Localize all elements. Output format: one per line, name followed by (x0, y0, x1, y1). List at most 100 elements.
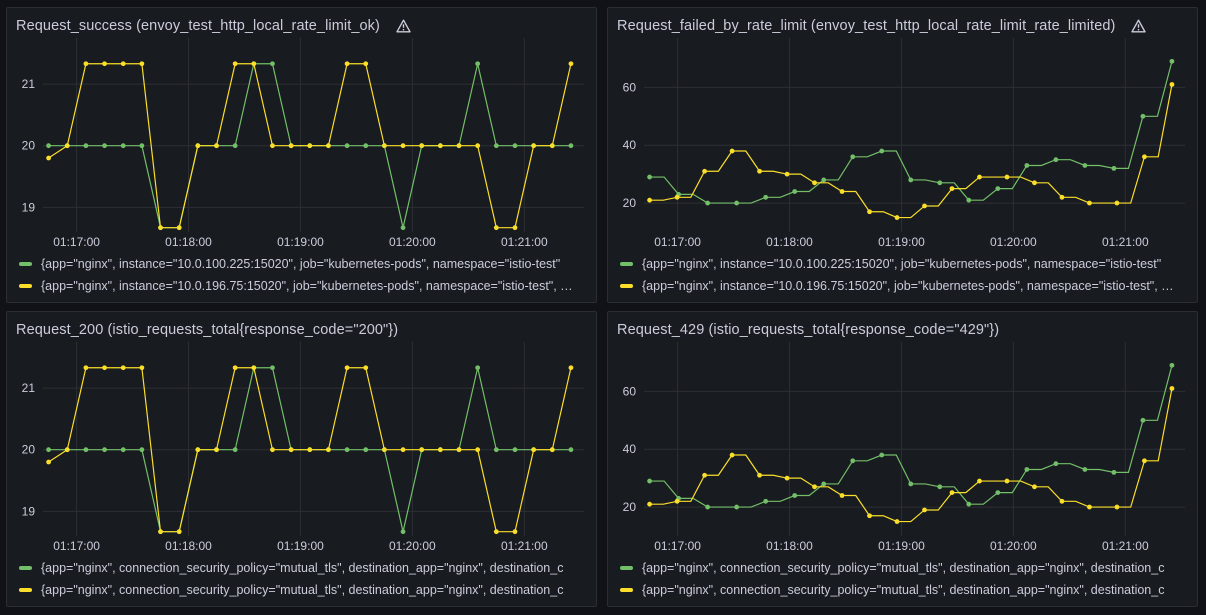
data-point-green[interactable] (102, 143, 107, 149)
data-point-green[interactable] (792, 189, 798, 194)
data-point-yellow[interactable] (531, 447, 537, 453)
line-chart[interactable]: 01:17:00 01:18:00 01:19:00 01:20:00 01:21:00… (7, 312, 597, 557)
data-point-green[interactable] (734, 504, 740, 510)
data-point-yellow[interactable] (1114, 200, 1120, 206)
data-point-green[interactable] (705, 504, 711, 510)
data-point-green[interactable] (879, 452, 885, 458)
data-point-yellow[interactable] (363, 61, 369, 67)
data-point-yellow[interactable] (307, 143, 313, 149)
data-point-yellow[interactable] (568, 61, 574, 67)
data-point-yellow[interactable] (120, 365, 126, 371)
data-point-yellow[interactable] (326, 447, 331, 453)
data-point-yellow[interactable] (702, 472, 707, 478)
data-point-green[interactable] (763, 194, 769, 200)
data-point-yellow[interactable] (1169, 386, 1175, 391)
series-line-yellow[interactable] (649, 388, 1173, 523)
data-point-yellow[interactable] (977, 478, 982, 484)
data-point-yellow[interactable] (512, 225, 518, 231)
line-chart[interactable]: 01:17:00 01:18:00 01:19:00 01:20:00 01:21:00… (608, 312, 1198, 557)
data-point-yellow[interactable] (437, 447, 443, 453)
data-point-green[interactable] (995, 186, 1001, 192)
data-point-yellow[interactable] (232, 61, 238, 67)
data-point-yellow[interactable] (1169, 82, 1175, 87)
data-point-yellow[interactable] (867, 209, 872, 215)
data-point-yellow[interactable] (1004, 174, 1010, 180)
data-point-yellow[interactable] (288, 447, 294, 453)
data-point-yellow[interactable] (251, 61, 257, 67)
data-point-yellow[interactable] (400, 447, 406, 453)
data-point-yellow[interactable] (139, 61, 145, 67)
data-point-yellow[interactable] (549, 143, 555, 149)
data-point-yellow[interactable] (702, 168, 707, 174)
data-point-green[interactable] (1140, 417, 1146, 423)
data-point-green[interactable] (83, 143, 89, 149)
data-point-green[interactable] (232, 447, 238, 453)
data-point-green[interactable] (850, 154, 856, 160)
data-point-green[interactable] (270, 61, 275, 67)
data-point-green[interactable] (966, 501, 972, 507)
data-point-yellow[interactable] (1004, 478, 1010, 484)
data-point-yellow[interactable] (757, 472, 762, 478)
data-point-green[interactable] (908, 481, 914, 487)
data-point-green[interactable] (937, 180, 943, 186)
data-point-yellow[interactable] (1032, 180, 1037, 186)
data-point-yellow[interactable] (784, 171, 790, 177)
data-point-green[interactable] (344, 447, 350, 453)
data-point-yellow[interactable] (812, 484, 817, 490)
data-point-green[interactable] (568, 447, 574, 453)
data-point-yellow[interactable] (456, 447, 462, 453)
data-point-yellow[interactable] (839, 189, 845, 194)
data-point-green[interactable] (995, 490, 1001, 496)
data-point-green[interactable] (493, 447, 499, 453)
data-point-yellow[interactable] (251, 365, 257, 371)
data-point-green[interactable] (1053, 157, 1059, 163)
data-point-yellow[interactable] (1142, 458, 1147, 464)
legend-item[interactable]: {app="nginx", connection_security_policy… (620, 579, 1197, 601)
data-point-green[interactable] (937, 484, 943, 490)
data-point-yellow[interactable] (1087, 200, 1092, 206)
data-point-yellow[interactable] (867, 513, 872, 519)
data-point-yellow[interactable] (1032, 484, 1037, 490)
data-point-green[interactable] (363, 447, 369, 453)
data-point-yellow[interactable] (894, 519, 900, 524)
data-point-green[interactable] (1024, 163, 1030, 168)
data-point-yellow[interactable] (176, 529, 182, 535)
data-point-yellow[interactable] (270, 447, 275, 453)
data-point-yellow[interactable] (812, 180, 817, 186)
data-point-green[interactable] (512, 447, 518, 453)
data-point-green[interactable] (1169, 362, 1175, 368)
data-point-green[interactable] (83, 447, 89, 453)
data-point-yellow[interactable] (176, 225, 182, 231)
data-point-yellow[interactable] (729, 452, 735, 458)
data-point-green[interactable] (344, 143, 350, 149)
data-point-yellow[interactable] (363, 365, 369, 371)
data-point-green[interactable] (139, 447, 145, 453)
data-point-yellow[interactable] (381, 143, 387, 149)
data-point-green[interactable] (1140, 113, 1146, 119)
data-point-yellow[interactable] (493, 225, 499, 231)
data-point-green[interactable] (647, 478, 652, 484)
data-point-green[interactable] (400, 529, 406, 535)
data-point-yellow[interactable] (949, 490, 955, 496)
data-point-yellow[interactable] (64, 447, 70, 453)
data-point-green[interactable] (363, 143, 369, 149)
data-point-green[interactable] (46, 143, 51, 149)
data-point-green[interactable] (512, 143, 518, 149)
data-point-yellow[interactable] (64, 143, 70, 149)
data-point-yellow[interactable] (531, 143, 537, 149)
data-point-yellow[interactable] (214, 143, 219, 149)
data-point-green[interactable] (46, 447, 51, 453)
data-point-yellow[interactable] (949, 186, 955, 192)
data-point-yellow[interactable] (493, 529, 499, 535)
data-point-yellow[interactable] (214, 447, 219, 453)
data-point-yellow[interactable] (437, 143, 443, 149)
legend-item[interactable]: {app="nginx", instance="10.0.100.225:150… (620, 253, 1197, 275)
data-point-yellow[interactable] (83, 61, 89, 67)
data-point-yellow[interactable] (647, 501, 652, 507)
data-point-yellow[interactable] (46, 155, 51, 161)
data-point-green[interactable] (568, 143, 574, 149)
data-point-yellow[interactable] (729, 148, 735, 154)
line-chart[interactable]: 01:17:00 01:18:00 01:19:00 01:20:00 01:21:00… (7, 8, 597, 253)
data-point-yellow[interactable] (46, 459, 51, 465)
data-point-yellow[interactable] (1142, 154, 1147, 160)
